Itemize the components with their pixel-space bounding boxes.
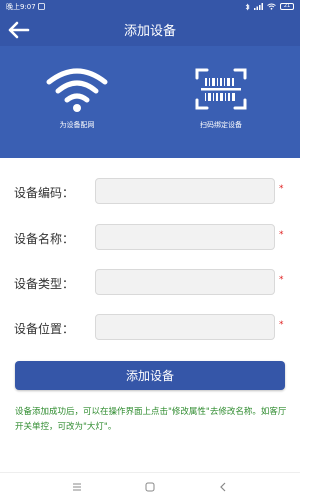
nav-menu-button[interactable] <box>65 478 89 496</box>
qr-scan-icon <box>195 68 247 110</box>
required-mark: * <box>279 275 284 285</box>
hero-panel: 为设备配网 扫码绑定设备 <box>0 46 300 158</box>
home-icon <box>145 482 155 491</box>
scan-bind-label: 扫码绑定设备 <box>200 121 242 129</box>
status-left: 晚上9:07 <box>6 2 45 12</box>
device-code-label: 设备编码： <box>14 186 75 200</box>
system-nav-bar <box>0 472 300 500</box>
status-time: 晚上9:07 <box>6 2 36 11</box>
battery-icon: 21 <box>280 3 294 10</box>
app-header: 添加设备 <box>0 13 300 46</box>
nav-back-button[interactable] <box>211 478 235 496</box>
add-device-button[interactable]: 添加设备 <box>15 361 285 390</box>
wifi-status-icon <box>267 3 276 10</box>
form-row-device-code: 设备编码： * <box>0 178 300 206</box>
required-mark: * <box>279 320 284 330</box>
device-location-input[interactable] <box>95 314 275 340</box>
menu-icon <box>72 483 81 490</box>
bluetooth-icon <box>245 3 250 10</box>
scan-bind-button[interactable]: 扫码绑定设备 <box>166 64 276 130</box>
device-location-label: 设备位置： <box>14 322 75 336</box>
form-row-device-type: 设备类型： * <box>0 269 300 297</box>
device-name-input[interactable] <box>95 224 275 250</box>
device-code-input[interactable] <box>95 178 275 204</box>
status-bar: 晚上9:07 21 <box>0 0 300 13</box>
nav-home-button[interactable] <box>138 478 162 496</box>
form-row-device-name: 设备名称： * <box>0 224 300 252</box>
device-name-label: 设备名称： <box>14 232 75 246</box>
required-mark: * <box>279 184 284 194</box>
signal-icon <box>254 3 263 10</box>
required-mark: * <box>279 230 284 240</box>
device-type-input[interactable] <box>95 269 275 295</box>
form-row-device-location: 设备位置： * <box>0 314 300 342</box>
notification-icon <box>37 3 45 10</box>
network-config-button[interactable]: 为设备配网 <box>22 64 132 130</box>
chevron-left-icon <box>220 482 226 491</box>
wifi-icon <box>46 68 108 112</box>
page-title: 添加设备 <box>123 24 176 39</box>
hint-text: 设备添加成功后，可以在操作界面上点击"修改属性"去修改名称。如客厅开关单控，可改… <box>15 407 287 432</box>
device-type-label: 设备类型： <box>14 277 75 291</box>
status-right: 21 <box>245 3 294 11</box>
network-config-label: 为设备配网 <box>59 121 95 129</box>
